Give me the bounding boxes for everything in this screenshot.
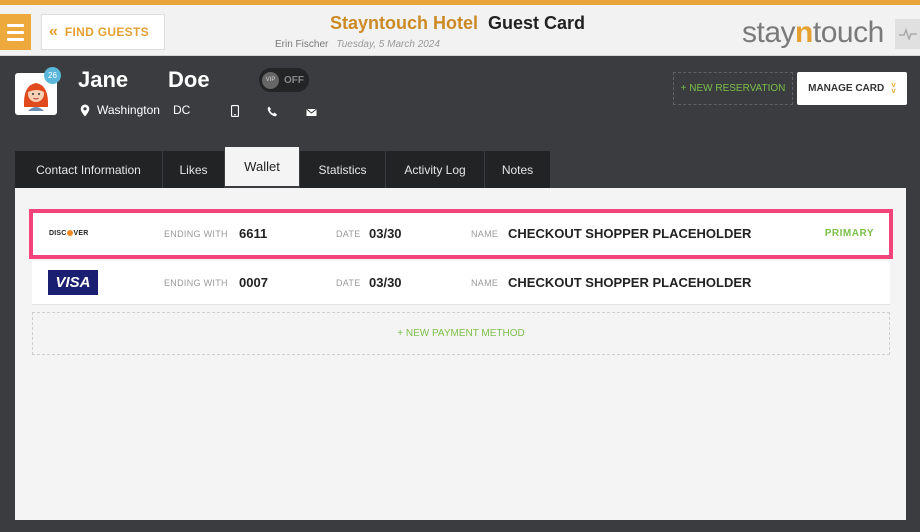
name-label: NAME [471, 277, 499, 288]
tab-contact-information[interactable]: Contact Information [15, 151, 163, 189]
stay-count-badge: 26 [44, 67, 61, 84]
pulse-icon [898, 28, 917, 40]
payment-card-row[interactable]: DISC VER ENDING WITH 6611 DATE 03/30 NAME… [29, 209, 893, 259]
tab-notes[interactable]: Notes [485, 151, 551, 189]
user-name: Erin Fischer [275, 39, 329, 50]
card-ending: 0007 [239, 275, 268, 290]
menu-button[interactable] [0, 14, 31, 50]
name-label: NAME [471, 228, 499, 239]
card-expiry: 03/30 [369, 275, 402, 290]
manage-card-button[interactable]: MANAGE CARD ˅ ˅ [797, 72, 907, 105]
card-expiry: 03/30 [369, 226, 402, 241]
vip-knob: VIP [262, 71, 279, 89]
stayntouch-logo: stayntouch [742, 16, 884, 49]
double-chevron-left-icon: « [49, 23, 58, 40]
business-date: Tuesday, 5 March 2024 [336, 39, 440, 50]
wallet-panel: DISC VER ENDING WITH 6611 DATE 03/30 NAME… [15, 188, 906, 520]
date-label: DATE [336, 228, 361, 239]
primary-badge: PRIMARY [824, 228, 874, 239]
card-ending: 6611 [239, 226, 268, 241]
vip-toggle[interactable]: VIP OFF [259, 68, 309, 92]
new-payment-method-button[interactable]: + NEW PAYMENT METHOD [32, 312, 890, 355]
payment-card-row[interactable]: VISA ENDING WITH 0007 DATE 03/30 NAME CH… [32, 261, 890, 305]
guest-first-name[interactable]: Jane [78, 67, 128, 93]
hamburger-icon [7, 23, 24, 27]
manage-card-label: MANAGE CARD [808, 83, 885, 94]
visa-logo-icon: VISA [48, 270, 98, 295]
find-guests-button[interactable]: « FIND GUESTS [41, 14, 165, 50]
contact-icons [230, 104, 317, 122]
card-holder-name: CHECKOUT SHOPPER PLACEHOLDER [508, 275, 752, 290]
location-pin-icon [80, 104, 90, 116]
email-icon[interactable] [306, 104, 317, 122]
phone-icon[interactable] [267, 104, 278, 122]
discover-dot [67, 229, 74, 236]
new-reservation-button[interactable]: + NEW RESERVATION [673, 72, 793, 105]
tab-activity-log[interactable]: Activity Log [386, 151, 485, 189]
guest-city[interactable]: Washington [97, 103, 160, 117]
ending-label: ENDING WITH [164, 277, 228, 288]
guest-location: Washington DC [80, 103, 190, 117]
mobile-icon[interactable] [230, 104, 240, 122]
hotel-name: Stayntouch Hotel [330, 13, 479, 33]
guest-card-tabs: Contact Information Likes Wallet Statist… [15, 147, 551, 189]
guest-last-name[interactable]: Doe [168, 67, 210, 93]
date-label: DATE [336, 277, 361, 288]
activity-pulse-button[interactable] [895, 19, 920, 49]
tab-likes[interactable]: Likes [163, 151, 225, 189]
page-title-text: Guest Card [488, 13, 586, 33]
double-chevron-down-icon: ˅ ˅ [891, 80, 896, 96]
find-guests-label: FIND GUESTS [64, 25, 149, 39]
top-bar: « FIND GUESTS Stayntouch Hotel Guest Card… [0, 0, 920, 56]
tab-wallet[interactable]: Wallet [225, 147, 300, 186]
ending-label: ENDING WITH [164, 228, 228, 239]
vip-state: OFF [284, 74, 304, 86]
page-title: Stayntouch Hotel Guest Card [330, 13, 585, 34]
discover-logo-icon: DISC VER [49, 229, 89, 238]
user-date-line: Erin Fischer Tuesday, 5 March 2024 [275, 39, 440, 50]
tab-statistics[interactable]: Statistics [300, 151, 386, 189]
guest-state[interactable]: DC [173, 103, 190, 117]
card-holder-name: CHECKOUT SHOPPER PLACEHOLDER [508, 226, 752, 241]
